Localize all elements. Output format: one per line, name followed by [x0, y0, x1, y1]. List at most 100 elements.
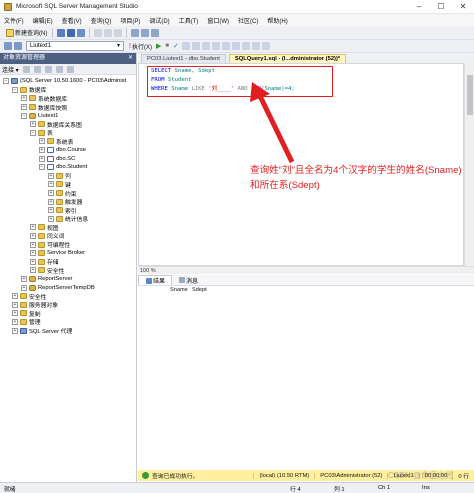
tab-messages[interactable]: 消息: [172, 275, 204, 285]
tree-node[interactable]: + ReportServer: [0, 275, 136, 284]
tab-results[interactable]: 结果: [138, 275, 173, 285]
tree-node[interactable]: + 统计信息: [0, 215, 136, 223]
tree-node[interactable]: + 数据库快照: [0, 103, 136, 112]
results-to-text-icon[interactable]: [201, 42, 210, 50]
tree-node[interactable]: + 系统数据库: [0, 94, 136, 103]
tree-node[interactable]: + 可编程性: [0, 240, 136, 249]
disconnect-icon[interactable]: [33, 65, 41, 73]
cut-icon[interactable]: [94, 28, 103, 37]
indent-icon[interactable]: [261, 42, 270, 50]
execute-button[interactable]: ! 执行(X): [127, 41, 154, 52]
menu-help[interactable]: 帮助(H): [267, 16, 287, 25]
debug-icon[interactable]: ▶: [156, 42, 161, 50]
expand-icon[interactable]: +: [12, 318, 18, 325]
new-query-button[interactable]: 新建查询(N): [3, 27, 49, 38]
tree-node[interactable]: + dbo.Course: [0, 146, 136, 155]
menu-tools[interactable]: 工具(T): [179, 16, 199, 25]
minimize-icon[interactable]: –: [408, 0, 430, 14]
tree-node[interactable]: + 安全性: [0, 292, 136, 301]
expand-icon[interactable]: +: [21, 284, 27, 291]
collapse-icon[interactable]: −: [21, 112, 27, 119]
menu-project[interactable]: 项目(P): [120, 16, 140, 25]
tree-node[interactable]: − dbo.Student: [0, 163, 136, 172]
results-to-file-icon[interactable]: [221, 42, 230, 50]
refresh-icon[interactable]: [66, 65, 74, 73]
tree-node[interactable]: + 管理: [0, 318, 136, 326]
menu-edit[interactable]: 编辑(E): [33, 16, 53, 25]
save-all-icon[interactable]: [77, 28, 86, 37]
tree-node[interactable]: + dbo.SC: [0, 154, 136, 163]
tree-node[interactable]: + 列: [0, 172, 136, 180]
menu-query[interactable]: 查询(Q): [91, 16, 112, 25]
redo-icon[interactable]: [141, 28, 150, 37]
outdent-icon[interactable]: [251, 42, 260, 50]
save-icon[interactable]: [67, 28, 76, 37]
tree-node[interactable]: + 复制: [0, 309, 136, 318]
undo-icon[interactable]: [131, 28, 140, 37]
expand-icon[interactable]: +: [48, 215, 54, 222]
expand-icon[interactable]: +: [30, 224, 36, 231]
tree-node[interactable]: − (SQL Server 10.50.1600 - PC03\Administ: [0, 77, 136, 86]
expand-icon[interactable]: +: [48, 190, 54, 197]
expand-icon[interactable]: +: [39, 138, 45, 145]
connect-dropdown[interactable]: 连接 ▾: [2, 65, 19, 74]
tree-node[interactable]: + SQL Server 代理: [0, 326, 136, 335]
expand-icon[interactable]: +: [30, 258, 36, 265]
expand-icon[interactable]: +: [30, 241, 36, 248]
paste-icon[interactable]: [114, 28, 123, 37]
tree-node[interactable]: + 约束: [0, 189, 136, 198]
collapse-icon[interactable]: −: [3, 78, 9, 85]
close-icon[interactable]: ✕: [452, 0, 474, 14]
collapse-icon[interactable]: −: [12, 86, 18, 93]
tree-node[interactable]: + 视图: [0, 223, 136, 232]
collapse-icon[interactable]: −: [30, 129, 36, 136]
expand-icon[interactable]: +: [30, 232, 36, 239]
zoom-level[interactable]: 100 %: [140, 267, 156, 275]
tree-node[interactable]: + Service Broker: [0, 249, 136, 258]
scrollbar-thumb[interactable]: [467, 75, 473, 115]
connect-icon[interactable]: [22, 65, 30, 73]
tree-node[interactable]: + 索引: [0, 206, 136, 215]
tree-node[interactable]: + 存储: [0, 257, 136, 266]
close-icon[interactable]: ✕: [128, 53, 133, 64]
menu-file[interactable]: 文件(F): [4, 16, 24, 25]
filter-icon[interactable]: [55, 65, 63, 73]
results-to-grid-icon[interactable]: [211, 42, 220, 50]
expand-icon[interactable]: +: [12, 293, 18, 300]
database-select[interactable]: Liutext1 ▼: [26, 41, 124, 51]
column-header-sname[interactable]: Sname: [170, 286, 192, 294]
expand-icon[interactable]: +: [21, 95, 27, 102]
expand-icon[interactable]: +: [30, 267, 36, 274]
comment-icon[interactable]: [231, 42, 240, 50]
expand-icon[interactable]: +: [30, 121, 36, 128]
tree-node[interactable]: − 数据库: [0, 86, 136, 94]
results-grid[interactable]: Sname Sdept: [138, 286, 474, 466]
maximize-icon[interactable]: ☐: [430, 0, 452, 14]
tree-node[interactable]: + 数据库关系图: [0, 120, 136, 129]
tree-node[interactable]: + 安全性: [0, 266, 136, 275]
expand-icon[interactable]: +: [48, 181, 54, 188]
open-file-icon[interactable]: [57, 28, 66, 37]
cancel-query-icon[interactable]: ■: [165, 43, 169, 49]
menu-window[interactable]: 窗口(W): [207, 16, 229, 25]
expand-icon[interactable]: +: [48, 172, 54, 179]
expand-icon[interactable]: +: [48, 207, 54, 214]
tree-node[interactable]: + 系统表: [0, 137, 136, 146]
uncomment-icon[interactable]: [241, 42, 250, 50]
parse-icon[interactable]: ✓: [173, 42, 179, 50]
tree-node[interactable]: − 表: [0, 129, 136, 137]
tree-node[interactable]: + 同义词: [0, 232, 136, 240]
expand-icon[interactable]: +: [12, 310, 18, 317]
expand-icon[interactable]: +: [21, 275, 27, 282]
editor-horizontal-scrollbar[interactable]: 100 %: [138, 266, 474, 274]
connect-icon[interactable]: [4, 42, 12, 50]
menu-community[interactable]: 社区(C): [238, 16, 258, 25]
menu-debug[interactable]: 调试(D): [149, 16, 169, 25]
column-header-sdept[interactable]: Sdept: [192, 286, 214, 294]
tree-node[interactable]: + 键: [0, 180, 136, 189]
activity-monitor-icon[interactable]: [151, 28, 160, 37]
tree-node[interactable]: + ReportServerTempDB: [0, 283, 136, 292]
expand-icon[interactable]: +: [12, 327, 18, 334]
tree-node[interactable]: + 触发器: [0, 197, 136, 206]
expand-icon[interactable]: +: [39, 147, 45, 154]
